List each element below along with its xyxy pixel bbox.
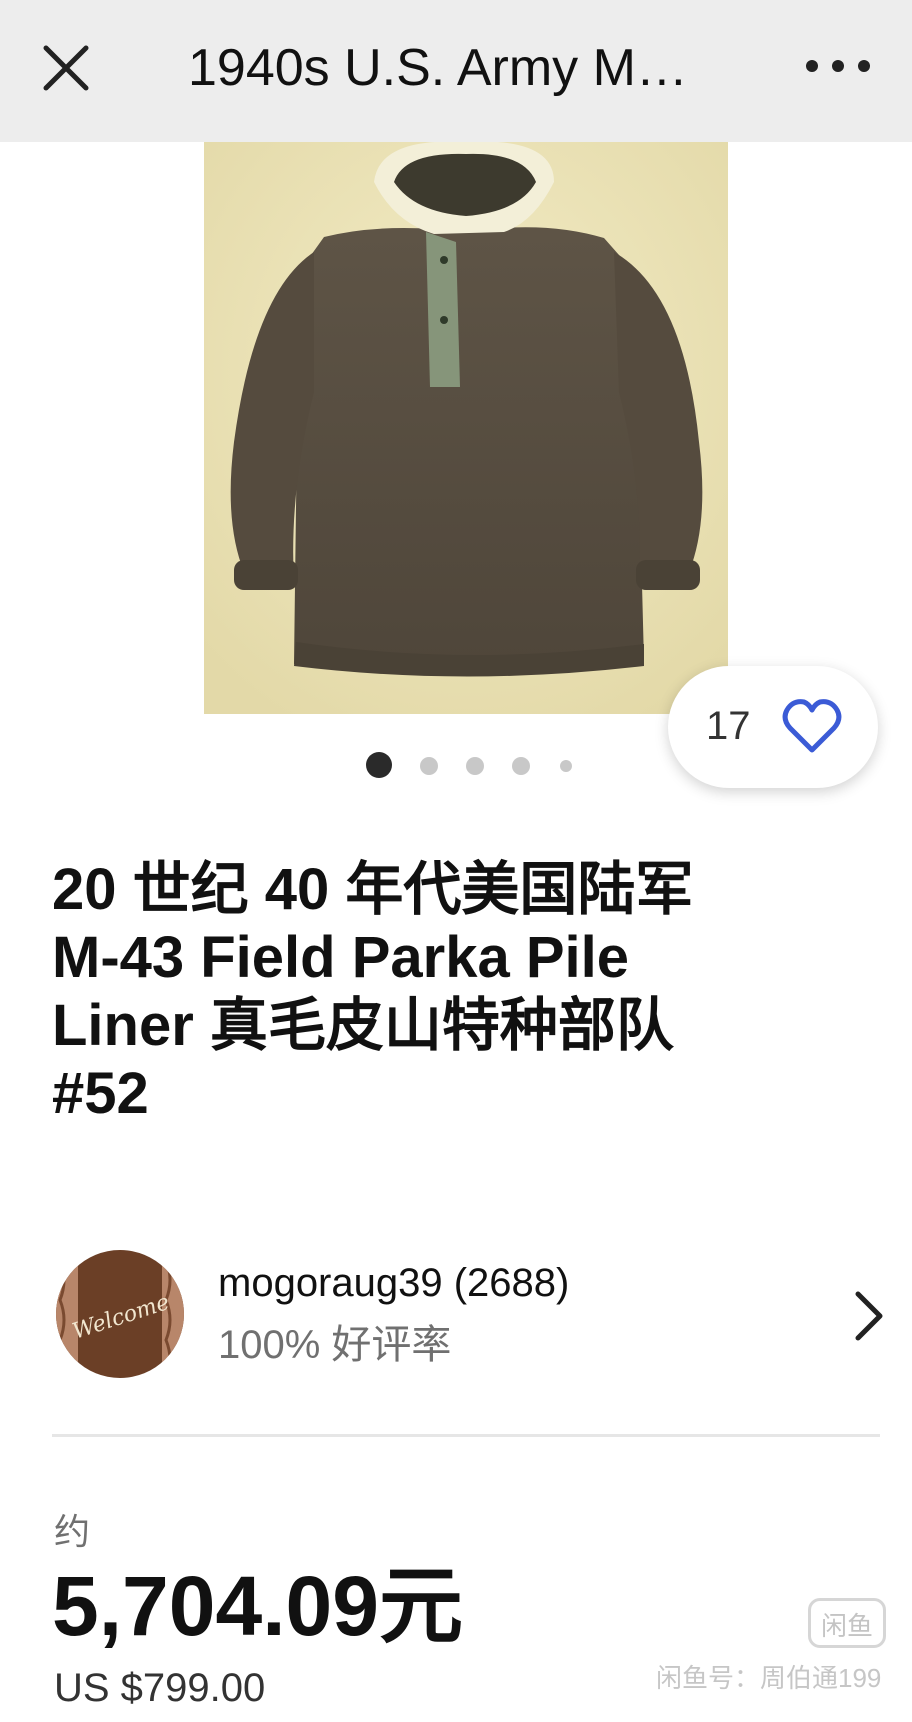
more-horizontal-icon [806,60,870,72]
like-count: 17 [706,704,751,748]
price-cny: 5,704.09元 [52,1559,463,1653]
pagination-dot[interactable] [420,757,438,775]
like-button[interactable]: 17 [668,666,878,788]
chevron-right-icon[interactable] [852,1288,886,1344]
seller-name: mogoraug39 (2688) [218,1261,570,1305]
item-title-line: 20 世纪 40 年代美国陆军 [52,857,694,922]
seller-info-row[interactable]: Welcome mogoraug39 (2688) 100% 好评率 [52,1248,890,1382]
item-title-line: #52 [52,1061,149,1126]
more-options-button[interactable] [800,46,876,86]
pagination-dot[interactable] [466,757,484,775]
section-divider [52,1434,880,1437]
pagination-dot[interactable] [512,757,530,775]
seller-rating: 100% 好评率 [218,1323,452,1367]
top-bar: 1940s U.S. Army M… [0,0,912,142]
price-usd: US $799.00 [54,1666,266,1710]
seller-avatar[interactable]: Welcome [56,1250,184,1378]
gallery-pagination [366,752,586,778]
page-title: 1940s U.S. Army M… [188,39,688,97]
heart-outline-icon [782,699,842,753]
item-title: 20 世纪 40 年代美国陆军 M-43 Field Parka Pile Li… [52,856,852,1128]
price-approx-label: 约 [54,1511,91,1552]
product-gallery [0,141,912,716]
close-button[interactable] [36,38,96,98]
item-title-line: Liner 真毛皮山特种部队 [52,993,674,1058]
product-image[interactable] [204,141,728,714]
watermark-text: 闲鱼号：周伯通199 [656,1663,882,1693]
pagination-dot[interactable] [560,760,572,772]
item-title-line: M-43 Field Parka Pile [52,925,630,990]
pagination-dot-active[interactable] [366,752,392,778]
close-icon [43,45,89,91]
watermark-badge: 闲鱼 [808,1598,886,1648]
